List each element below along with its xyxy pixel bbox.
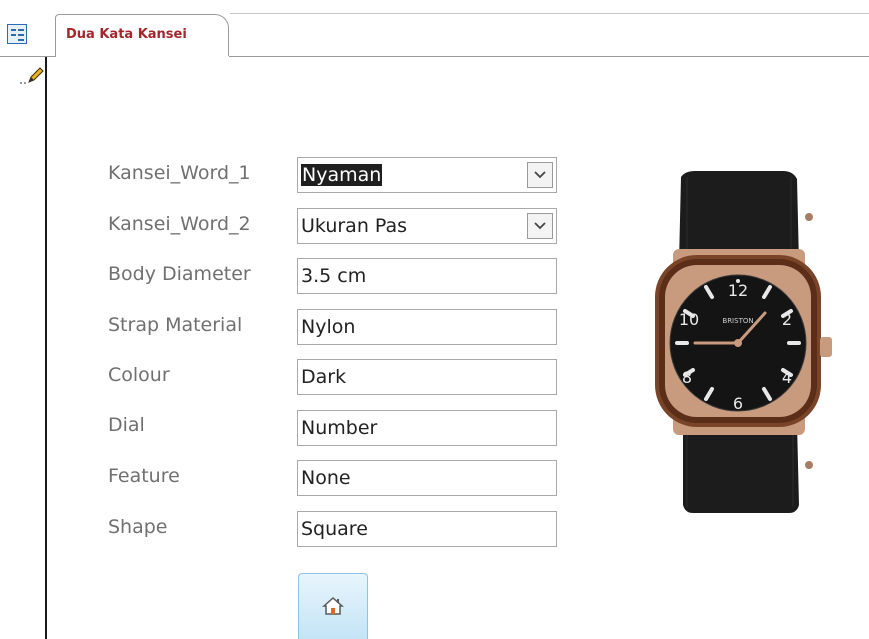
- strap-material-value: Nylon: [301, 316, 356, 338]
- shape-field[interactable]: Square: [297, 511, 557, 547]
- tab-dua-kata-kansei[interactable]: Dua Kata Kansei: [55, 14, 229, 56]
- dial-field[interactable]: Number: [297, 410, 557, 446]
- strap-material-field[interactable]: Nylon: [297, 309, 557, 345]
- feature-value: None: [301, 467, 351, 489]
- dial-numeral: 12: [728, 281, 748, 300]
- label-strap-material: Strap Material: [108, 314, 243, 336]
- dial-numeral: 8: [682, 368, 692, 387]
- product-image-watch: 12 2 4 6 8 10 BRISTON: [615, 165, 855, 520]
- dial-numeral: 10: [679, 310, 699, 329]
- pencil-edit-icon: [20, 64, 44, 86]
- label-kansei-word-1: Kansei_Word_1: [108, 162, 251, 184]
- kansei-word-2-value: Ukuran Pas: [301, 215, 408, 237]
- chevron-down-icon: [534, 222, 546, 230]
- feature-field[interactable]: None: [297, 460, 557, 496]
- kansei-word-2-combo[interactable]: Ukuran Pas: [297, 208, 557, 244]
- dial-numeral: 2: [782, 310, 792, 329]
- kansei-word-2-dropdown-button[interactable]: [527, 213, 553, 239]
- document-tab-strip: Dua Kata Kansei: [0, 0, 869, 60]
- dial-numeral: 4: [782, 368, 792, 387]
- colour-value: Dark: [301, 366, 347, 388]
- kansei-word-1-combo[interactable]: Nyaman: [297, 157, 557, 193]
- label-dial: Dial: [108, 414, 145, 436]
- label-kansei-word-2: Kansei_Word_2: [108, 213, 251, 235]
- form-icon: [7, 24, 27, 44]
- brand-text: BRISTON: [722, 317, 753, 325]
- tab-strip-border: [0, 56, 56, 57]
- dial-value: Number: [301, 417, 378, 439]
- home-button[interactable]: [298, 573, 368, 639]
- kansei-word-1-dropdown-button[interactable]: [527, 162, 553, 188]
- chevron-down-icon: [534, 171, 546, 179]
- tab-strip-top-border: [230, 13, 869, 14]
- label-feature: Feature: [108, 465, 180, 487]
- shape-value: Square: [301, 518, 368, 540]
- dial-numeral: 6: [733, 394, 743, 413]
- tab-strip-border: [229, 56, 869, 57]
- label-colour: Colour: [108, 364, 170, 386]
- body-diameter-value: 3.5 cm: [301, 265, 367, 287]
- tab-title: Dua Kata Kansei: [66, 27, 187, 42]
- body-diameter-field[interactable]: 3.5 cm: [297, 258, 557, 294]
- kansei-word-1-value: Nyaman: [301, 164, 383, 186]
- label-body-diameter: Body Diameter: [108, 263, 251, 285]
- label-shape: Shape: [108, 516, 168, 538]
- colour-field[interactable]: Dark: [297, 359, 557, 395]
- home-icon: [322, 596, 344, 615]
- record-selector-bar[interactable]: [45, 57, 47, 639]
